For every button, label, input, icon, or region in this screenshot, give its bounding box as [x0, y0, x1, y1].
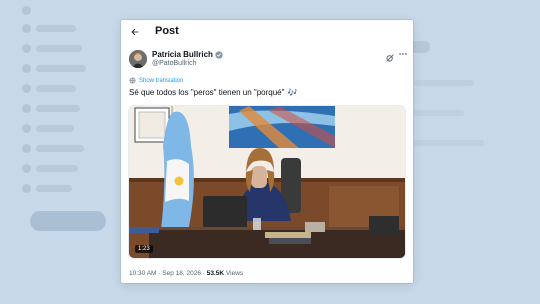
bg-nav-icon [22, 184, 31, 193]
author-name[interactable]: Patricia Bullrich [152, 50, 223, 59]
bg-trend-line [414, 140, 484, 146]
post-text-body: Sé que todos los "peros" tienen un "porq… [129, 88, 285, 97]
page-title: Post [155, 25, 179, 37]
more-horizontal-icon [399, 53, 407, 55]
bg-nav-icon [22, 64, 31, 73]
bg-nav-icon [22, 84, 31, 93]
verified-badge-icon [215, 50, 223, 59]
bg-nav-label [36, 105, 80, 112]
bg-nav-label [36, 145, 84, 152]
more-button[interactable] [398, 49, 408, 59]
post-time[interactable]: 10:30 AM [129, 270, 156, 277]
views-count: 53.5K [206, 270, 225, 277]
grok-button[interactable] [385, 50, 395, 62]
arrow-left-icon [131, 28, 139, 36]
bg-post-button [30, 211, 106, 231]
video-duration: 1:23 [135, 245, 153, 253]
bg-nav-label [36, 25, 76, 32]
bg-nav-icon [22, 6, 31, 15]
bg-trend-line [414, 80, 474, 86]
bg-nav-icon [22, 24, 31, 33]
post-card: Post Patricia Bullrich @PatoBullrich Sho… [121, 20, 413, 283]
video-thumbnail [129, 106, 405, 258]
music-notes-emoji: 🎶 [287, 88, 298, 97]
avatar[interactable] [129, 50, 147, 68]
author-handle[interactable]: @PatoBullrich [152, 60, 196, 67]
author-name-text: Patricia Bullrich [152, 50, 213, 59]
bg-nav-label [36, 165, 78, 172]
show-translation-label: Show translation [139, 77, 184, 84]
bg-nav-label [36, 125, 74, 132]
post-video[interactable]: 1:23 [128, 105, 406, 259]
background-sidebar [22, 0, 112, 304]
post-text: Sé que todos los "peros" tienen un "porq… [129, 88, 297, 97]
show-translation-link[interactable]: Show translation [129, 77, 183, 84]
bg-nav-label [36, 185, 72, 192]
bg-nav-icon [22, 104, 31, 113]
bg-nav-icon [22, 124, 31, 133]
grok-icon [386, 54, 394, 62]
meta-separator: · [158, 270, 161, 277]
bg-trend-line [414, 110, 464, 116]
post-header: Post [121, 20, 413, 44]
avatar-image [129, 50, 147, 68]
back-button[interactable] [128, 25, 142, 39]
bg-nav-label [36, 65, 86, 72]
meta-separator-2: · [202, 270, 205, 277]
post-meta: 10:30 AM · Sep 18, 2026 · 53.5K Views [129, 270, 243, 277]
bg-nav-label [36, 85, 76, 92]
views-label: Views [225, 270, 244, 277]
globe-icon [129, 77, 136, 84]
bg-nav-icon [22, 144, 31, 153]
bg-search-pill [410, 41, 430, 53]
bg-nav-label [36, 45, 82, 52]
bg-nav-icon [22, 164, 31, 173]
bg-nav-icon [22, 44, 31, 53]
post-date[interactable]: Sep 18, 2026 [162, 270, 201, 277]
